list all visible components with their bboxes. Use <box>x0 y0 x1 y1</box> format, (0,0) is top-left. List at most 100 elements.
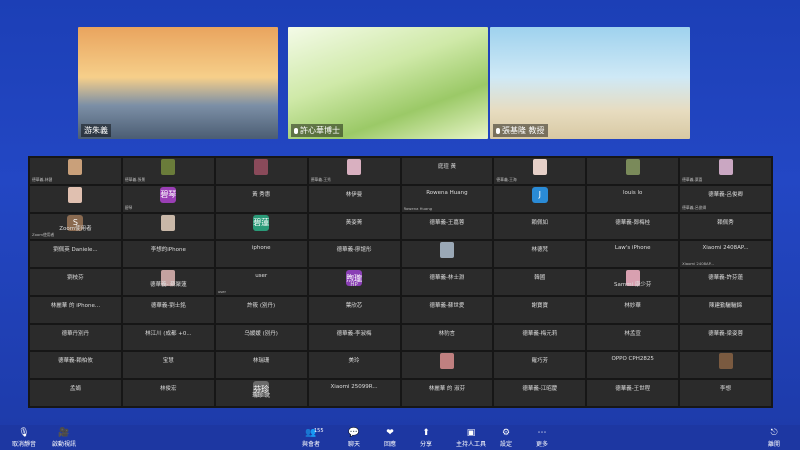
participant-label: 德華義-王秀 <box>310 176 331 182</box>
participant-tile[interactable]: 林瑞珊 <box>215 352 307 379</box>
participant-tile[interactable]: 德華義-王海 <box>494 158 586 184</box>
speaker-video-1[interactable]: 游朱義 <box>78 27 278 139</box>
participant-tile[interactable] <box>401 241 493 268</box>
participant-tile[interactable]: 德華義-呂俊卿 德華義-呂俊卿 <box>680 185 771 212</box>
speaker-video-3[interactable]: 張基隆 教授 <box>490 27 690 139</box>
participants-button[interactable]: 👥 155 與會者 <box>302 428 324 448</box>
participant-tile[interactable]: 德華義-賴柏攸 <box>30 352 121 379</box>
participant-tile[interactable]: louis lo <box>587 185 679 212</box>
participant-tile[interactable]: OPPO CPH2825 <box>587 352 679 379</box>
participant-tile[interactable]: 林江川 (成都 +0... <box>122 324 214 351</box>
participant-tile[interactable]: 黃姿菁 <box>308 213 400 240</box>
participant-tile[interactable]: 德華義-葉喜 <box>680 158 771 184</box>
participant-tile[interactable]: 美玲 <box>308 352 400 379</box>
leave-button[interactable]: ⎋ 離開 <box>768 428 780 448</box>
participant-tile[interactable]: 李想 <box>680 380 771 406</box>
participant-tile[interactable]: 宝慧 <box>122 352 214 379</box>
participant-tile[interactable]: Law's iPhone <box>587 241 679 268</box>
participant-name: 德華義-呂俊卿 <box>708 191 744 198</box>
participant-tile[interactable]: 德華義-劉士銘 <box>122 296 214 323</box>
participant-tile[interactable]: 芬珍 瑞珍 沈 <box>215 380 307 406</box>
participant-tile[interactable]: 碧琴 碧琴 <box>122 185 214 212</box>
participant-video-thumb <box>68 159 83 175</box>
participant-tile[interactable]: Rowena Huang Rowena Huang <box>401 185 493 212</box>
participant-tile[interactable]: 劉佩英 Daniele... <box>30 241 121 268</box>
chat-button[interactable]: 💬 聊天 <box>348 428 360 448</box>
participant-tile[interactable]: 葉欣芯 <box>308 296 400 323</box>
participant-tile[interactable]: 林麗華 的 淑芬 <box>401 380 493 406</box>
participant-tile[interactable]: 庭瑄 黃 <box>401 158 493 184</box>
participant-tile[interactable]: 德華義- 蘇聚蓮 <box>122 269 214 295</box>
participant-tile[interactable]: 德華義-鄭梅桂 <box>587 213 679 240</box>
participant-tile[interactable]: user user <box>215 269 307 295</box>
participant-tile[interactable]: 韓國 <box>494 269 586 295</box>
participant-tile[interactable] <box>30 185 121 212</box>
participant-tile[interactable]: 德華義-張景 <box>122 158 214 184</box>
participant-tile[interactable]: 羅巧芳 <box>494 352 586 379</box>
video-icon: 🎥 <box>58 428 70 438</box>
participant-tile[interactable]: 德華丹別丹 <box>30 324 121 351</box>
participant-tile[interactable]: Sammi 康少芬 <box>587 269 679 295</box>
participant-tile[interactable]: 德華義-蘇世愛 <box>401 296 493 323</box>
participant-tile[interactable]: 劉枝芬 <box>30 269 121 295</box>
mute-button[interactable]: 🎙 取消靜音 <box>12 428 36 448</box>
participant-tile[interactable]: 林俊宏 <box>122 380 214 406</box>
speaker-video-2[interactable]: 許心華博士 <box>288 27 488 139</box>
share-button[interactable]: ⬆ 分享 <box>420 428 432 448</box>
participant-tile[interactable]: 德華義-廖誼彤 <box>308 241 400 268</box>
participant-tile[interactable]: 林伊曼 <box>308 185 400 212</box>
participant-tile[interactable]: 德華義-王秀 <box>308 158 400 184</box>
participant-tile[interactable]: 黃 秀惠 <box>215 185 307 212</box>
participant-tile[interactable]: 德華義-李淑梅 <box>308 324 400 351</box>
more-label: 更多 <box>536 441 549 448</box>
participant-name: 陳建勤驪驪錦 <box>709 302 743 309</box>
participant-tile[interactable] <box>122 213 214 240</box>
participant-tile[interactable]: 林豹言 <box>401 324 493 351</box>
participant-tile[interactable]: Xiaomi 2408AP... Xiaomi 2408AP... <box>680 241 771 268</box>
participant-tile[interactable]: iphone <box>215 241 307 268</box>
participant-tile[interactable]: 賴佩秀 <box>680 213 771 240</box>
participant-tile[interactable] <box>215 158 307 184</box>
react-button[interactable]: ❤ 回應 <box>384 428 396 448</box>
participant-name: Xiaomi 25099R... <box>330 384 378 391</box>
participant-name: 許筱 (別丹) <box>247 302 276 309</box>
participant-tile[interactable]: 謝寶寶 <box>494 296 586 323</box>
participant-tile[interactable]: 林麗華 的 iPhone... <box>30 296 121 323</box>
participant-tile[interactable]: Xiaomi 25099R... <box>308 380 400 406</box>
participant-name: 葉欣芯 <box>345 302 363 309</box>
participant-tile[interactable]: 德華義-梅元莉 <box>494 324 586 351</box>
participant-tile[interactable] <box>401 352 493 379</box>
participant-tile[interactable] <box>680 352 771 379</box>
participant-tile[interactable]: 李想的iPhone <box>122 241 214 268</box>
settings-button[interactable]: ⚙ 設定 <box>500 428 512 448</box>
participant-tile[interactable]: S Zoom使用者 Zoom使用者 <box>30 213 121 240</box>
participant-tile[interactable]: 林妙華 <box>587 296 679 323</box>
participant-label: 德華義-張景 <box>124 176 146 182</box>
participant-tile[interactable]: 林德梵 <box>494 241 586 268</box>
participant-tile[interactable]: 德華義-江昭慶 <box>494 380 586 406</box>
participant-tile[interactable]: J <box>494 185 586 212</box>
participant-tile[interactable]: 乌媛媛 (別丹) <box>215 324 307 351</box>
participant-tile[interactable]: 林孟宣 <box>587 324 679 351</box>
speaker-name-label: 張基隆 教授 <box>493 124 548 137</box>
chat-label: 聊天 <box>348 441 361 448</box>
participant-tile[interactable]: 德華義-王嘉蓉 <box>401 213 493 240</box>
participant-tile[interactable]: 孟娟 <box>30 380 121 406</box>
participant-tile[interactable]: 德華義-王世程 <box>587 380 679 406</box>
participant-tile[interactable]: 德華義-梁姿蓉 <box>680 324 771 351</box>
participant-tile[interactable]: 德華義-林健 <box>30 158 121 184</box>
speaker-name-label: 游朱義 <box>81 124 111 137</box>
participant-tile[interactable] <box>587 158 679 184</box>
participant-tile[interactable]: 碧蓮 <box>215 213 307 240</box>
host-tools-button[interactable]: ▣ 主持人工具 <box>456 428 486 448</box>
participant-tile[interactable]: 許筱 (別丹) <box>215 296 307 323</box>
participant-tile[interactable]: 煦瓏 HP <box>308 269 400 295</box>
participant-label: 德華義-林健 <box>32 176 53 182</box>
participant-tile[interactable]: 賴佩如 <box>494 213 586 240</box>
participant-video-thumb <box>254 159 269 175</box>
video-button[interactable]: 🎥 啟動視訊 <box>52 428 76 448</box>
participant-tile[interactable]: 德華義-許芬蓮 <box>680 269 771 295</box>
participant-tile[interactable]: 陳建勤驪驪錦 <box>680 296 771 323</box>
participant-tile[interactable]: 德華義-林士淵 <box>401 269 493 295</box>
more-button[interactable]: ⋯ 更多 <box>536 428 548 448</box>
